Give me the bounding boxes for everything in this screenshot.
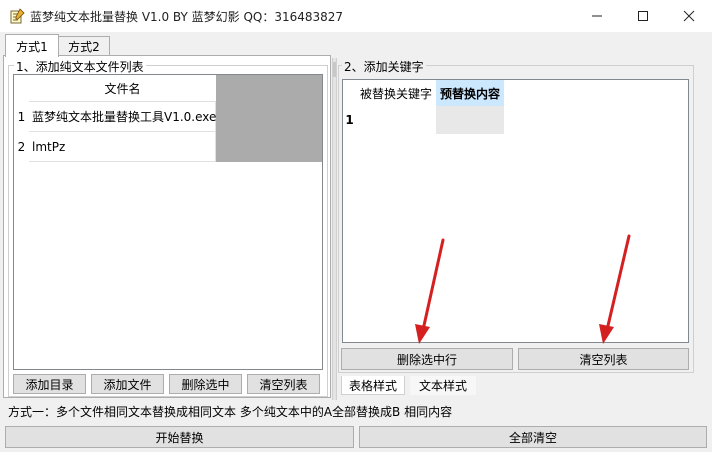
tab-text-style[interactable]: 文本样式 (410, 376, 476, 395)
clear-all-button[interactable]: 全部清空 (359, 426, 707, 448)
row-number: 2 (14, 132, 29, 162)
column-header-keyword[interactable]: 被替换关键字 (356, 80, 436, 106)
tab-mode-2[interactable]: 方式2 (58, 36, 110, 56)
annotation-arrow-icon (415, 238, 445, 344)
close-button[interactable] (666, 0, 712, 32)
close-icon (683, 10, 695, 22)
column-header-filename[interactable]: 文件名 (29, 75, 216, 102)
clear-keyword-list-button[interactable]: 清空列表 (518, 348, 689, 370)
table-row[interactable]: lmtPz (29, 132, 216, 162)
delete-selected-row-button[interactable]: 删除选中行 (341, 348, 513, 370)
tab-table-style[interactable]: 表格样式 (341, 376, 405, 395)
annotation-arrow-icon (599, 234, 631, 344)
table-row[interactable]: 蓝梦纯文本批量替换工具V1.0.exe (29, 102, 216, 132)
row-number: 1 (343, 106, 356, 134)
minimize-icon (592, 15, 602, 17)
start-replace-button[interactable]: 开始替换 (5, 426, 354, 448)
mode-description: 方式一：多个文件相同文本替换成相同文本 多个纯文本中的A全部替换成B 相同内容 (8, 405, 453, 419)
file-list-group-title: 1、添加纯文本文件列表 (14, 58, 146, 75)
keyword-group-title: 2、添加关键字 (342, 58, 426, 75)
window-title: 蓝梦纯文本批量替换 V1.0 BY 蓝梦幻影 QQ：316483827 (30, 10, 344, 24)
delete-selected-button[interactable]: 删除选中 (169, 374, 242, 394)
splitter[interactable] (332, 58, 337, 400)
add-directory-button[interactable]: 添加目录 (13, 374, 86, 394)
tab-mode-1[interactable]: 方式1 (5, 34, 59, 57)
row-number: 1 (14, 102, 29, 132)
grid-empty-area (29, 162, 322, 369)
splitter-handle[interactable] (333, 62, 336, 77)
minimize-button[interactable] (574, 0, 620, 32)
column-header-replacement[interactable]: 预替换内容 (436, 80, 504, 106)
keyword-grid[interactable]: 被替换关键字 预替换内容 1 (342, 79, 689, 343)
file-list-grid[interactable]: 文件名 1 蓝梦纯文本批量替换工具V1.0.exe 2 lmtPz (13, 74, 323, 370)
clear-file-list-button[interactable]: 清空列表 (247, 374, 320, 394)
replacement-cell[interactable] (436, 106, 504, 134)
notepad-icon (9, 8, 25, 24)
add-file-button[interactable]: 添加文件 (91, 374, 164, 394)
keyword-cell[interactable] (356, 106, 436, 134)
maximize-button[interactable] (620, 0, 666, 32)
maximize-icon (638, 11, 648, 21)
